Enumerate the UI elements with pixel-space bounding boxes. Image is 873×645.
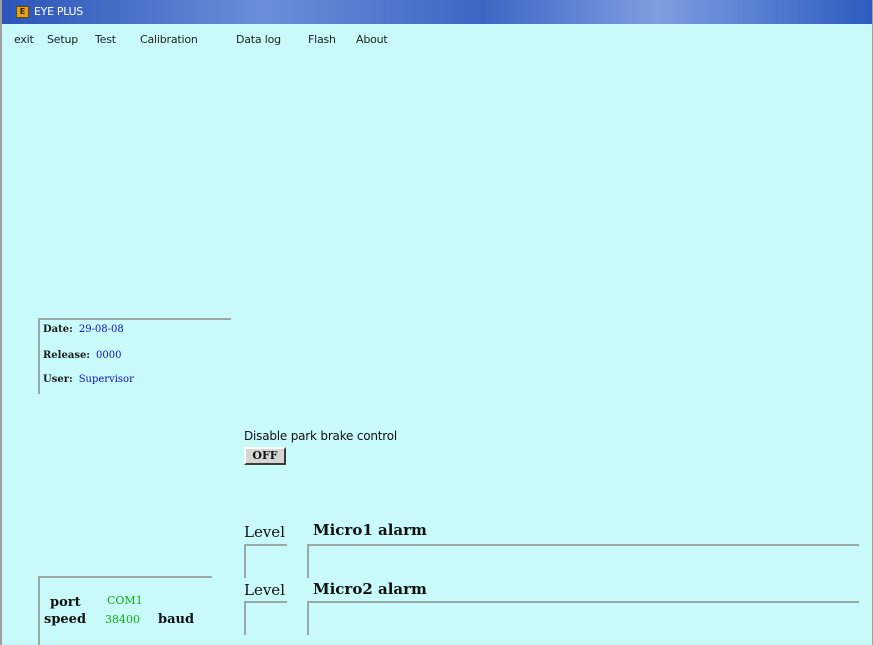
port-value: COM1 xyxy=(107,594,143,607)
date-row: Date: 29-08-08 xyxy=(43,324,124,335)
menu-calibration[interactable]: Calibration xyxy=(140,33,198,46)
date-label: Date: xyxy=(43,324,73,335)
release-row: Release: 0000 xyxy=(43,350,121,361)
micro1-alarm-label: Micro1 alarm xyxy=(313,521,427,539)
menu-exit[interactable]: exit xyxy=(14,33,34,46)
speed-label: speed xyxy=(44,612,87,627)
level2-display xyxy=(244,601,287,635)
user-row: User: Supervisor xyxy=(43,374,134,385)
port-label: port xyxy=(50,595,81,610)
menu-test[interactable]: Test xyxy=(95,33,116,46)
level1-display xyxy=(244,544,287,578)
micro2-alarm-display xyxy=(307,601,859,635)
user-value: Supervisor xyxy=(78,374,134,385)
speed-value: 38400 xyxy=(105,613,140,626)
micro1-alarm-display xyxy=(307,544,859,578)
window-title: EYE PLUS xyxy=(34,5,83,18)
speed-unit: baud xyxy=(158,612,195,627)
release-value: 0000 xyxy=(96,350,122,361)
park-brake-toggle-button[interactable]: OFF xyxy=(244,447,286,465)
menu-about[interactable]: About xyxy=(356,33,388,46)
menu-data-log[interactable]: Data log xyxy=(236,33,281,46)
app-window: E EYE PLUS exit Setup Test Calibration D… xyxy=(0,0,873,645)
title-bar[interactable]: E EYE PLUS xyxy=(2,0,872,24)
level2-label: Level xyxy=(244,581,285,599)
info-panel: Date: 29-08-08 Release: 0000 User: Supervis… xyxy=(38,318,231,394)
micro2-alarm-label: Micro2 alarm xyxy=(313,580,427,598)
release-label: Release: xyxy=(43,350,90,361)
menu-bar: exit Setup Test Calibration Data log Fla… xyxy=(2,24,872,54)
comm-panel: port COM1 speed 38400 baud xyxy=(38,576,212,645)
date-value: 29-08-08 xyxy=(78,324,124,335)
app-icon[interactable]: E xyxy=(16,6,29,18)
park-brake-label: Disable park brake control xyxy=(244,429,398,443)
menu-setup[interactable]: Setup xyxy=(47,33,78,46)
menu-flash[interactable]: Flash xyxy=(308,33,336,46)
level1-label: Level xyxy=(244,523,285,541)
user-label: User: xyxy=(43,374,73,385)
